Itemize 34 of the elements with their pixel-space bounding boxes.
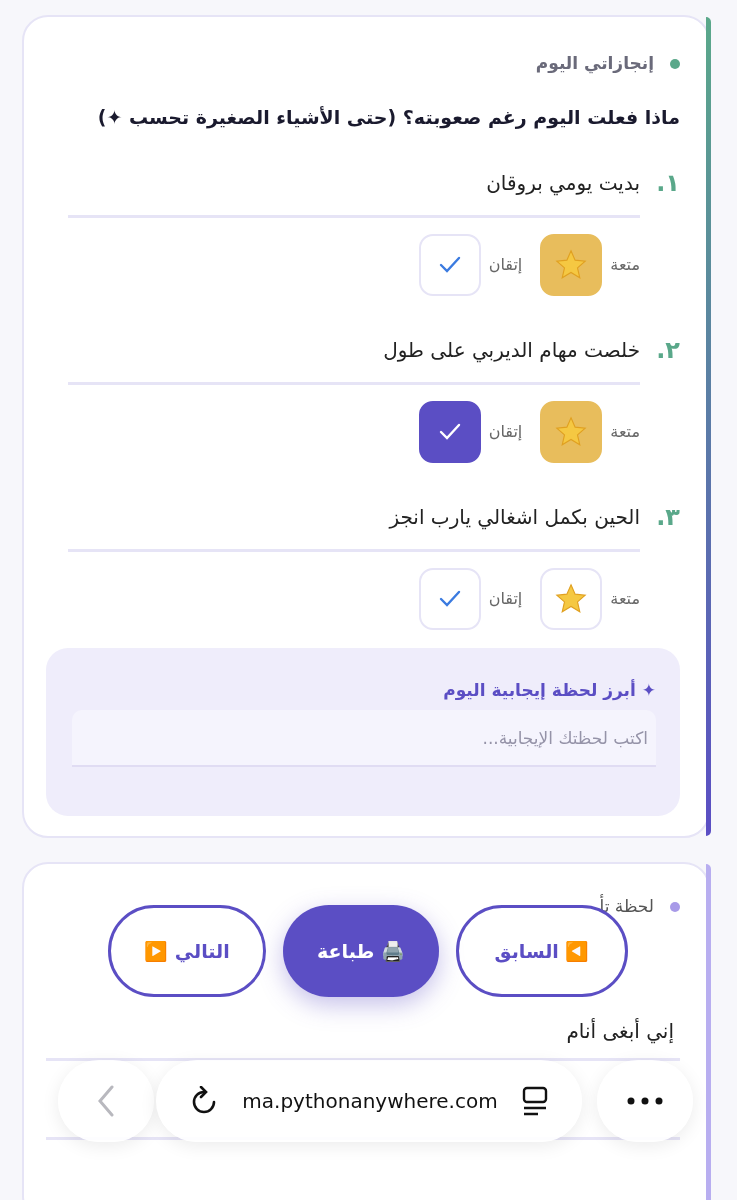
mastery-label: إتقان (488, 421, 523, 443)
more-icon (627, 1097, 663, 1105)
address-bar[interactable]: ma.pythonanywhere.com (156, 1060, 582, 1142)
check-icon (438, 423, 461, 441)
item-number: ١. (655, 168, 680, 199)
status-dot (670, 58, 680, 69)
input-field[interactable]: اكتب لحظتك الإيجابية... (72, 709, 656, 767)
check-icon (438, 256, 461, 274)
star-toggle[interactable] (540, 568, 603, 630)
question-text: ماذا فعلت اليوم رغم صعوبته؟ (حتى الأشياء الصغيرة تحسب ✦) (96, 104, 680, 131)
star-icon (554, 415, 589, 449)
item-text: الحين بكمل اشغالي يارب انجز (389, 504, 640, 532)
highlight-title: ✦ أبرز لحظة إيجابية اليوم (442, 678, 656, 703)
section-label: إنجازاتي اليوم (535, 52, 654, 76)
check-icon (438, 590, 461, 608)
star-icon (554, 248, 589, 282)
item-number: ٢. (655, 335, 680, 366)
item-text: خلصت مهام الديربي على طول (383, 337, 640, 365)
url-text: ma.pythonanywhere.com (242, 1088, 498, 1115)
star-icon (554, 582, 589, 616)
star-toggle[interactable] (540, 401, 603, 463)
fun-label: متعة (610, 421, 640, 443)
fun-label: متعة (610, 588, 640, 610)
fun-label: متعة (610, 254, 640, 276)
mastery-label: إتقان (488, 588, 523, 610)
status-dot (670, 901, 680, 912)
item-text: بديت يومي بروقان (486, 170, 640, 198)
answer-text: إني أبغى أنام (565, 1017, 675, 1046)
mastery-label: إتقان (488, 254, 523, 276)
star-toggle[interactable] (540, 234, 603, 296)
reader-icon (521, 1086, 548, 1116)
checkbox[interactable] (418, 401, 481, 463)
item-number: ٣. (655, 502, 680, 533)
chevron-left-icon (97, 1085, 115, 1117)
